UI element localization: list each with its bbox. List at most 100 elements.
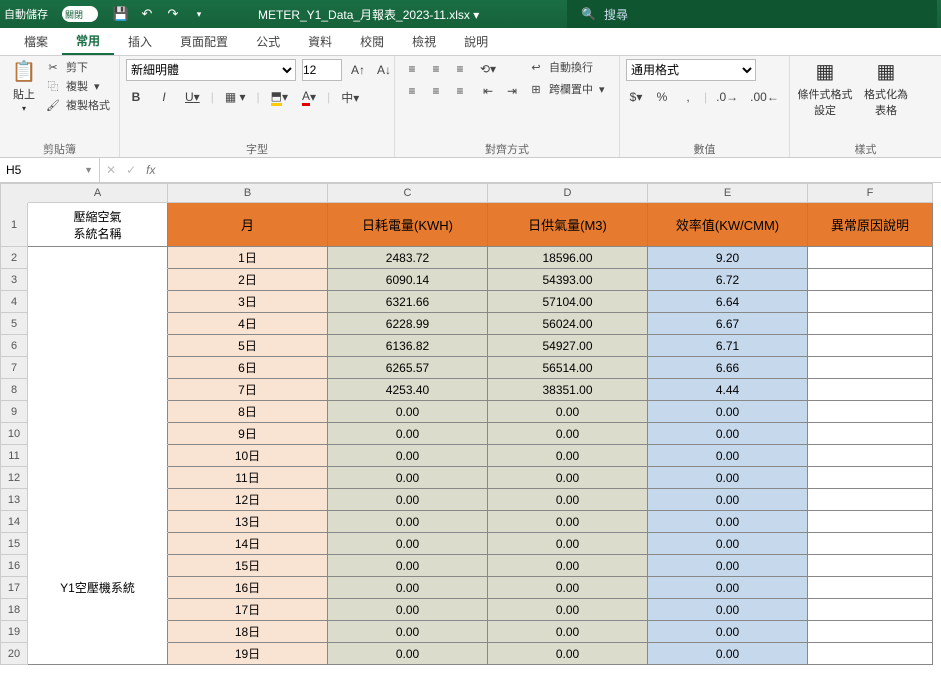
cell-A8[interactable] [28,379,168,401]
header-cell-F[interactable]: 異常原因說明 [808,203,933,247]
cell-F8[interactable] [808,379,933,401]
cell-B13[interactable]: 12日 [168,489,328,511]
percent-button[interactable]: % [652,87,672,107]
cell-D20[interactable]: 0.00 [488,643,648,665]
cell-F14[interactable] [808,511,933,533]
header-cell-D[interactable]: 日供氣量(M3) [488,203,648,247]
cell-F2[interactable] [808,247,933,269]
align-top-icon[interactable]: ≡ [401,59,423,79]
paste-button[interactable]: 📋 貼上 ▾ [6,59,42,113]
header-cell-B[interactable]: 月 [168,203,328,247]
row-header-5[interactable]: 5 [0,313,28,335]
cell-A13[interactable] [28,489,168,511]
cell-B5[interactable]: 4日 [168,313,328,335]
col-header-A[interactable]: A [28,183,168,203]
cell-A12[interactable] [28,467,168,489]
row-header-6[interactable]: 6 [0,335,28,357]
cell-F10[interactable] [808,423,933,445]
cell-D5[interactable]: 56024.00 [488,313,648,335]
decrease-font-icon[interactable]: A↓ [374,60,394,80]
cell-C12[interactable]: 0.00 [328,467,488,489]
cell-E10[interactable]: 0.00 [648,423,808,445]
col-header-F[interactable]: F [808,183,933,203]
cell-D2[interactable]: 18596.00 [488,247,648,269]
tab-review[interactable]: 校閱 [346,27,398,55]
conditional-format-button[interactable]: ▦ 條件式格式設定 [796,59,854,118]
phonetic-button[interactable]: 中▾ [338,87,362,107]
cell-A2[interactable] [28,247,168,269]
cell-F9[interactable] [808,401,933,423]
cell-F7[interactable] [808,357,933,379]
cell-F4[interactable] [808,291,933,313]
cell-D13[interactable]: 0.00 [488,489,648,511]
cell-E12[interactable]: 0.00 [648,467,808,489]
cell-D8[interactable]: 38351.00 [488,379,648,401]
autosave-toggle[interactable]: 關閉 [62,6,98,22]
orientation-icon[interactable]: ⟲▾ [477,59,499,79]
tab-data[interactable]: 資料 [294,27,346,55]
cell-D11[interactable]: 0.00 [488,445,648,467]
row-header-14[interactable]: 14 [0,511,28,533]
row-header-18[interactable]: 18 [0,599,28,621]
tab-view[interactable]: 檢視 [398,27,450,55]
cell-C2[interactable]: 2483.72 [328,247,488,269]
col-header-E[interactable]: E [648,183,808,203]
cell-E16[interactable]: 0.00 [648,555,808,577]
cell-B20[interactable]: 19日 [168,643,328,665]
cell-F16[interactable] [808,555,933,577]
cell-F19[interactable] [808,621,933,643]
cell-B15[interactable]: 14日 [168,533,328,555]
cell-C3[interactable]: 6090.14 [328,269,488,291]
cell-B11[interactable]: 10日 [168,445,328,467]
cell-F18[interactable] [808,599,933,621]
cancel-icon[interactable]: ✕ [106,163,116,177]
currency-button[interactable]: $ ▾ [626,87,646,107]
confirm-icon[interactable]: ✓ [126,163,136,177]
cell-B6[interactable]: 5日 [168,335,328,357]
cell-A15[interactable] [28,533,168,555]
cell-E20[interactable]: 0.00 [648,643,808,665]
cell-E19[interactable]: 0.00 [648,621,808,643]
number-format-select[interactable]: 通用格式 [626,59,756,81]
cell-F15[interactable] [808,533,933,555]
cell-A18[interactable] [28,599,168,621]
align-left-icon[interactable]: ≡ [401,81,423,101]
cell-F13[interactable] [808,489,933,511]
cell-E14[interactable]: 0.00 [648,511,808,533]
cut-button[interactable]: ✂剪下 [46,59,110,75]
cell-B2[interactable]: 1日 [168,247,328,269]
row-header-8[interactable]: 8 [0,379,28,401]
cell-E9[interactable]: 0.00 [648,401,808,423]
cell-A5[interactable] [28,313,168,335]
cell-C15[interactable]: 0.00 [328,533,488,555]
cell-E17[interactable]: 0.00 [648,577,808,599]
cell-C11[interactable]: 0.00 [328,445,488,467]
cell-C7[interactable]: 6265.57 [328,357,488,379]
qat-dropdown-icon[interactable]: ▾ [190,5,208,23]
cell-C20[interactable]: 0.00 [328,643,488,665]
cell-C17[interactable]: 0.00 [328,577,488,599]
cell-C14[interactable]: 0.00 [328,511,488,533]
cell-A6[interactable] [28,335,168,357]
cell-F5[interactable] [808,313,933,335]
undo-icon[interactable]: ↶ [138,5,156,23]
cell-A11[interactable] [28,445,168,467]
tab-help[interactable]: 說明 [450,27,502,55]
cell-B16[interactable]: 15日 [168,555,328,577]
tab-layout[interactable]: 頁面配置 [166,27,242,55]
cell-F3[interactable] [808,269,933,291]
tab-formula[interactable]: 公式 [242,27,294,55]
cell-D4[interactable]: 57104.00 [488,291,648,313]
cell-A10[interactable] [28,423,168,445]
search-box[interactable]: 🔍 搜尋 [567,0,937,28]
cell-A3[interactable] [28,269,168,291]
redo-icon[interactable]: ↷ [164,5,182,23]
cell-D19[interactable]: 0.00 [488,621,648,643]
formula-input[interactable] [165,158,935,182]
cell-D6[interactable]: 54927.00 [488,335,648,357]
comma-button[interactable]: , [678,87,698,107]
cell-E2[interactable]: 9.20 [648,247,808,269]
underline-button[interactable]: U ▾ [182,87,203,107]
cell-C6[interactable]: 6136.82 [328,335,488,357]
cell-B10[interactable]: 9日 [168,423,328,445]
